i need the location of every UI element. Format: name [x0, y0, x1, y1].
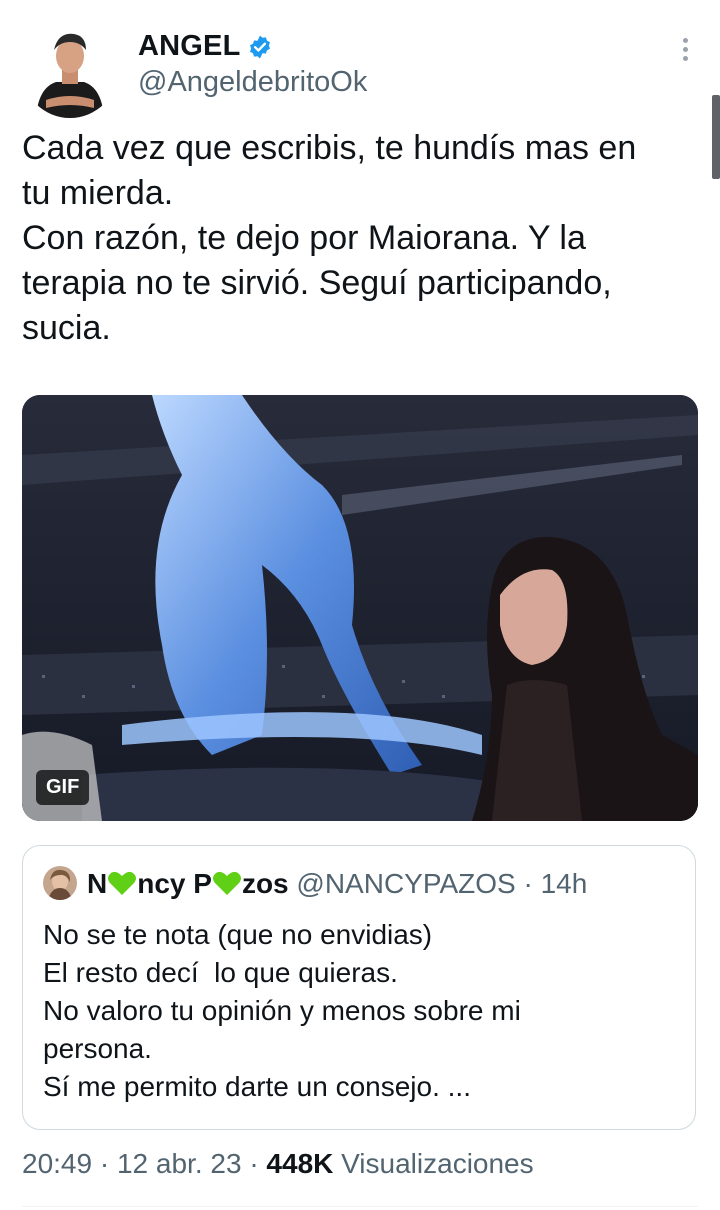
quoted-author-photo	[43, 866, 77, 900]
quoted-name-part: zos	[241, 868, 289, 899]
quoted-name-part: ncy P	[137, 868, 212, 899]
views-count[interactable]: 448K	[266, 1148, 333, 1179]
quoted-name-part: N	[87, 868, 108, 899]
more-options-icon[interactable]	[670, 34, 700, 68]
views-label[interactable]: Visualizaciones	[341, 1148, 534, 1179]
author-photo	[22, 22, 118, 118]
tweet-gif-media[interactable]: GIF	[22, 395, 698, 821]
tweet-text: Cada vez que escribis, te hundís mas en …	[22, 129, 637, 347]
author-handle[interactable]: @AngeldebritoOk	[138, 66, 367, 99]
quoted-meta-separator: ·	[523, 868, 533, 899]
quoted-author-handle[interactable]: @NANCYPAZOS	[296, 868, 515, 899]
verified-badge-icon	[247, 34, 273, 60]
tweet-date[interactable]: 12 abr. 23	[117, 1148, 242, 1179]
quoted-tweet[interactable]: Nncy P zos @NANCYPAZOS · 14h No se te not…	[22, 845, 696, 1130]
gif-badge: GIF	[36, 770, 90, 805]
author-avatar[interactable]	[22, 22, 118, 118]
footer-separator: ·	[99, 1148, 110, 1179]
tweet-meta-footer: 20:49 · 12 abr. 23 · 448K Visualizacione…	[22, 1148, 534, 1180]
tweet-time[interactable]: 20:49	[22, 1148, 92, 1179]
scrollbar-thumb[interactable]	[712, 95, 720, 179]
gif-frame-image	[22, 395, 698, 821]
green-heart-icon	[212, 871, 241, 895]
green-heart-icon	[108, 871, 137, 895]
quoted-author-name[interactable]: Nncy P zos	[87, 868, 289, 899]
footer-separator: ·	[249, 1148, 259, 1179]
quoted-tweet-text: No se te nota (que no envidias) El resto…	[43, 919, 521, 1102]
quoted-author-avatar[interactable]	[43, 866, 77, 900]
quoted-tweet-time[interactable]: 14h	[541, 868, 588, 899]
author-name[interactable]: ANGEL	[138, 30, 241, 63]
footer-divider	[22, 1206, 698, 1207]
author-name-row[interactable]: ANGEL	[138, 30, 273, 63]
quoted-tweet-header: Nncy P zos @NANCYPAZOS · 14h	[87, 868, 587, 900]
